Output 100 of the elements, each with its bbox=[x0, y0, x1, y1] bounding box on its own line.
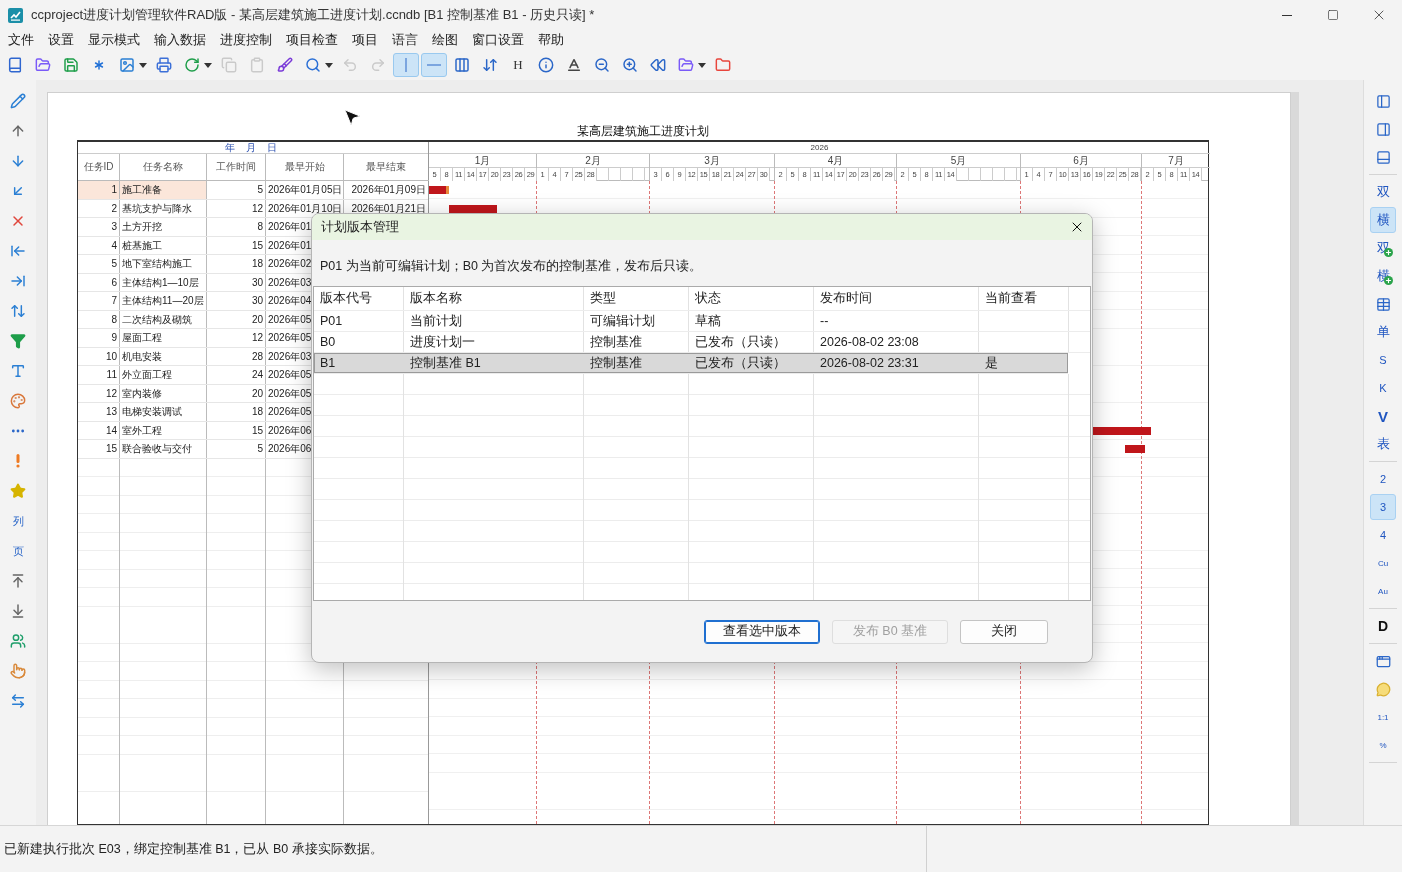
toolbar-button[interactable]: K bbox=[1370, 375, 1396, 401]
font-size-icon bbox=[10, 363, 26, 379]
exclamation-icon bbox=[15, 454, 21, 468]
chart-title: 某高层建筑施工进度计划 bbox=[576, 123, 710, 140]
table-cell-text: 已发布（只读） bbox=[694, 355, 787, 372]
toolbar-button[interactable]: Cu bbox=[1370, 550, 1396, 576]
toolbar-button[interactable]: 2 bbox=[1370, 466, 1396, 492]
table-cell: 11 bbox=[78, 366, 120, 384]
table-cell-text: -- bbox=[819, 313, 830, 330]
toolbar-button[interactable]: % bbox=[1370, 732, 1396, 758]
star-icon bbox=[10, 483, 26, 499]
table-cell-text: 控制基准 B1 bbox=[409, 355, 482, 372]
table-cell: 14 bbox=[78, 421, 120, 439]
version-row[interactable]: P01 当前计划 可编辑计划 草稿 -- bbox=[314, 311, 1090, 332]
menu-item[interactable]: 输入数据 bbox=[147, 31, 213, 49]
menu-item[interactable]: 文件 bbox=[1, 31, 41, 49]
text-format-icon bbox=[566, 57, 582, 73]
column-header: 当前查看 bbox=[984, 290, 1038, 307]
table-cell: 屋面工程 bbox=[120, 329, 207, 347]
indent-icon bbox=[10, 273, 26, 289]
toolbar-button[interactable]: 双 bbox=[1370, 179, 1396, 205]
toolbar-button[interactable]: 4 bbox=[1370, 522, 1396, 548]
table-cell-text: 当前计划 bbox=[409, 313, 463, 330]
palette-icon bbox=[10, 393, 26, 409]
panel-right-icon bbox=[1375, 121, 1391, 137]
version-row[interactable]: B0 进度计划一 控制基准 已发布（只读） 2026-08-02 23:08 bbox=[314, 332, 1090, 353]
menu-item[interactable]: 帮助 bbox=[531, 31, 571, 49]
table-cell: 30 bbox=[207, 292, 266, 310]
table-cell: 2026年01月05日 bbox=[266, 181, 344, 199]
table-cell: 1 bbox=[78, 181, 120, 199]
table-cell-text: 可编辑计划 bbox=[589, 313, 656, 330]
window-icon bbox=[1375, 653, 1391, 669]
table-cell-text: 草稿 bbox=[694, 313, 722, 330]
table-cell: 3 bbox=[78, 218, 120, 236]
printer-icon bbox=[156, 57, 172, 73]
dialog-button[interactable]: 关闭 bbox=[960, 619, 1048, 644]
folder-icon bbox=[715, 57, 731, 73]
version-row[interactable]: B1 控制基准 B1 控制基准 已发布（只读） 2026-08-02 23:31 是 bbox=[314, 353, 1068, 374]
move-bottom-icon bbox=[10, 603, 26, 619]
table-cell: 5 bbox=[207, 440, 266, 458]
table-cell: 基坑支护与降水 bbox=[120, 199, 207, 217]
table-cell: 28 bbox=[207, 347, 266, 365]
cursor-icon bbox=[342, 107, 362, 127]
menu-item[interactable]: 项目检查 bbox=[279, 31, 345, 49]
table-cell-text: 是 bbox=[984, 355, 999, 372]
menu-item[interactable]: 语言 bbox=[385, 31, 425, 49]
zoom-out-icon bbox=[594, 57, 610, 73]
column-header: 发布时间 bbox=[819, 290, 873, 307]
menu-item[interactable]: 设置 bbox=[41, 31, 81, 49]
dialog-button[interactable]: 查看选中版本 bbox=[704, 619, 820, 644]
menu-item[interactable]: 绘图 bbox=[425, 31, 465, 49]
caret-icon bbox=[204, 62, 212, 68]
toolbar-button[interactable]: 单 bbox=[1370, 319, 1396, 345]
date-header: 年 月 日 bbox=[78, 142, 428, 154]
zoom-in-icon bbox=[622, 57, 638, 73]
table-cell: 2 bbox=[78, 199, 120, 217]
heading-button[interactable]: H bbox=[505, 53, 531, 77]
column-header: 工作时间 bbox=[207, 154, 266, 180]
copy-icon bbox=[221, 57, 237, 73]
toolbar-button[interactable]: V bbox=[1370, 403, 1396, 429]
toolbar-button[interactable]: 表 bbox=[1370, 431, 1396, 457]
table-cell: 10 bbox=[78, 347, 120, 365]
table-cell: 地下室结构施工 bbox=[120, 255, 207, 273]
table-cell: 13 bbox=[78, 403, 120, 421]
toolbar-button[interactable]: 1:1 bbox=[1370, 704, 1396, 730]
users-icon bbox=[10, 633, 26, 649]
pencil-icon bbox=[10, 93, 26, 109]
table-cell: 室外工程 bbox=[120, 421, 207, 439]
column-header: 任务ID bbox=[78, 154, 120, 180]
toolbar-button[interactable]: 3 bbox=[1370, 494, 1396, 520]
filter-icon bbox=[10, 333, 26, 349]
menu-item[interactable]: 显示模式 bbox=[81, 31, 147, 49]
toolbar-button[interactable]: 列 bbox=[5, 506, 31, 536]
table-cell-text: 2026-08-02 23:08 bbox=[819, 334, 920, 351]
toolbar-button[interactable]: Au bbox=[1370, 578, 1396, 604]
menu-item[interactable]: 进度控制 bbox=[213, 31, 279, 49]
redo-icon bbox=[370, 57, 386, 73]
menu-item[interactable]: 项目 bbox=[345, 31, 385, 49]
toolbar-button[interactable]: 横 bbox=[1370, 207, 1396, 233]
menu-item[interactable]: 窗口设置 bbox=[465, 31, 531, 49]
table-cell: 18 bbox=[207, 255, 266, 273]
table-cell: 24 bbox=[207, 366, 266, 384]
column-header: 类型 bbox=[589, 290, 617, 307]
panel-left-icon bbox=[1375, 93, 1391, 109]
table-cell: 6 bbox=[78, 273, 120, 291]
clipboard-icon bbox=[249, 57, 265, 73]
table-icon bbox=[1375, 296, 1391, 312]
rewind-icon bbox=[650, 57, 666, 73]
table-cell: 15 bbox=[207, 421, 266, 439]
sort-icon bbox=[482, 57, 498, 73]
table-cell-text: 控制基准 bbox=[589, 355, 643, 372]
table-cell: 5 bbox=[78, 255, 120, 273]
speech-bubble-icon bbox=[1375, 681, 1391, 697]
toolbar-button[interactable]: S bbox=[1370, 347, 1396, 373]
toolbar-button[interactable]: 页 bbox=[5, 536, 31, 566]
table-cell: 机电安装 bbox=[120, 347, 207, 365]
year-header: 2026 bbox=[429, 142, 1210, 154]
toolbar-button[interactable]: D bbox=[1370, 613, 1396, 639]
outdent-icon bbox=[10, 243, 26, 259]
table-cell: 7 bbox=[78, 292, 120, 310]
